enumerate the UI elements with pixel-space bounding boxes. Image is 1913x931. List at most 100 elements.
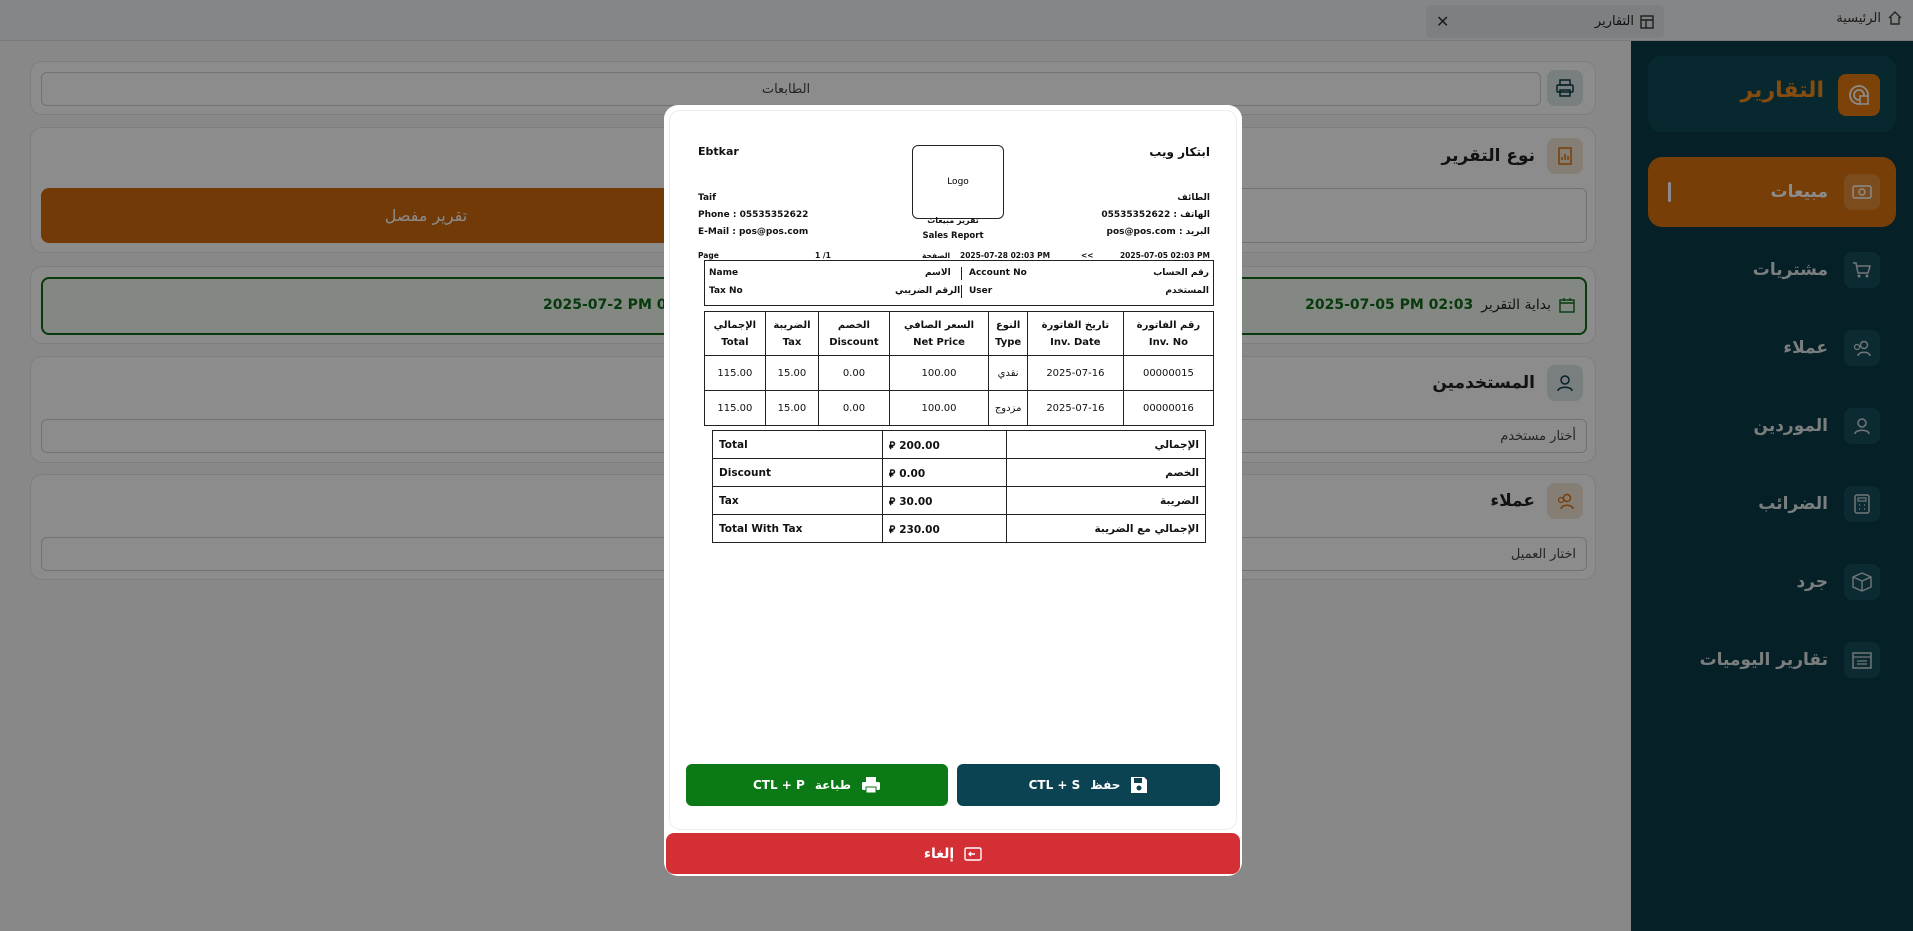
cancel-icon [964,846,982,861]
taxno-label-en: Tax No [709,286,743,296]
user-label-ar: المستخدم [1165,286,1209,296]
riyal-icon: ⃁ [889,495,896,508]
city-en: Taif [698,193,717,203]
cancel-button[interactable]: إلغاء [666,833,1240,874]
column-header: السعر الصافي Net Price [888,311,990,356]
tax-label-en: Tax [712,486,883,515]
col-en: Discount [829,336,879,348]
divider [961,267,962,280]
col-en: Inv. Date [1050,336,1101,348]
account-label-en: Account No [969,268,1027,278]
discount-value-cell: ⃁ 0.00 [882,458,1007,487]
name-label-en: Name [709,268,739,278]
column-header: النوع Type [988,311,1028,356]
column-header: تاريخ الفاتورة Inv. Date [1026,311,1124,356]
column-header: الضريبة Tax [764,311,820,356]
col-ar: الضريبة [773,319,811,331]
col-ar: الخصم [837,319,870,331]
total-with-tax-label-ar: الإجمالي مع الضريبة [1006,514,1206,543]
cell-type: مزدوج [988,390,1028,426]
cell-net-price: 100.00 [888,355,990,391]
divider [961,285,962,298]
page-label-ar: الصفحة [922,251,951,260]
tax-label-ar: الضريبة [1006,486,1206,515]
user-label-en: User [969,286,993,296]
totals-row: Tax ⃁ 30.00 الضريبة [712,486,1206,515]
column-header: الإجمالي Total [704,311,766,356]
cancel-label: إلغاء [923,845,955,862]
print-shortcut: CTL + P [752,778,805,792]
col-en: Total [721,336,749,348]
total-value: 200.00 [899,439,940,452]
date-from: 2025-07-05 02:03 PM [1119,251,1210,260]
total-value-cell: ⃁ 200.00 [882,430,1007,459]
tax-value-cell: ⃁ 30.00 [882,486,1007,515]
account-label-ar: رقم الحساب [1153,268,1209,278]
total-with-tax-value-cell: ⃁ 230.00 [882,514,1007,543]
cell-date: 2025-07-16 [1026,390,1124,426]
cell-tax: 15.00 [764,355,820,391]
totals-table: Total ⃁ 200.00 الإجمالي Discount ⃁ 0.00 ال… [712,430,1206,543]
invoice-items-table: الإجمالي Total الضريبة Tax الخصم Discount ا… [704,311,1215,426]
col-en: Type [995,336,1022,348]
table-row: 115.00 15.00 0.00 100.00 مزدوج 2025-07-1… [704,390,1215,426]
tax-value: 30.00 [899,495,933,508]
column-header: رقم الفاتورة Inv. No [1122,311,1215,356]
printer-icon [862,777,881,794]
riyal-icon: ⃁ [889,439,896,452]
report-title-en: Sales Report [922,231,984,241]
cell-date: 2025-07-16 [1026,355,1124,391]
logo-label: Logo [947,177,969,187]
col-ar: السعر الصافي [903,319,975,331]
taxno-label-ar: الرقم الضريبي [895,286,961,296]
riyal-icon: ⃁ [889,467,896,480]
cell-inv-no: 00000016 [1122,390,1215,426]
table-row: 115.00 15.00 0.00 100.00 نقدي 2025-07-16… [704,355,1215,391]
logo-placeholder: Logo [912,145,1004,219]
invoice-paper: Ebtkar ابتكار ويب Logo Taif Phone : 0553… [670,111,1236,829]
totals-row: Total ⃁ 200.00 الإجمالي [712,430,1206,459]
page-number: 1 /1 [815,251,831,260]
cell-total: 115.00 [704,390,766,426]
save-button[interactable]: حفظ CTL + S [957,764,1220,806]
cell-inv-no: 00000015 [1122,355,1215,391]
name-label-ar: الاسم [925,268,951,278]
col-en: Net Price [913,336,965,348]
print-label: طباعة [814,778,852,792]
col-en: Inv. No [1148,336,1188,348]
cell-total: 115.00 [704,355,766,391]
save-label: حفظ [1090,778,1121,792]
cell-discount: 0.00 [818,390,890,426]
print-button[interactable]: طباعة CTL + P [686,764,948,806]
col-ar: الإجمالي [713,319,757,331]
cell-tax: 15.00 [764,390,820,426]
discount-label-ar: الخصم [1006,458,1206,487]
col-en: Tax [782,336,802,348]
date-to: 2025-07-28 02:03 PM [960,251,1051,260]
invoice-info-box: Name الاسم Account No رقم الحساب Tax No … [704,260,1214,306]
company-name-en: Ebtkar [698,145,739,158]
total-with-tax-value: 230.00 [899,523,940,536]
col-ar: تاريخ الفاتورة [1041,319,1110,331]
city-ar: الطائف [1177,193,1210,203]
report-title-ar: تقرير مبيعات [927,216,979,225]
save-icon [1131,777,1148,793]
cell-net-price: 100.00 [888,390,990,426]
date-arrows: << [1081,251,1094,260]
col-ar: رقم الفاتورة [1136,319,1201,331]
cell-type: نقدي [988,355,1028,391]
print-preview-modal: Ebtkar ابتكار ويب Logo Taif Phone : 0553… [664,105,1242,876]
save-shortcut: CTL + S [1028,778,1081,792]
column-header: الخصم Discount [818,311,890,356]
total-label-en: Total [712,430,883,459]
totals-row: Discount ⃁ 0.00 الخصم [712,458,1206,487]
totals-row: Total With Tax ⃁ 230.00 الإجمالي مع الضري… [712,514,1206,543]
page-label-en: Page [698,251,719,260]
discount-value: 0.00 [899,467,926,480]
total-with-tax-label-en: Total With Tax [712,514,883,543]
discount-label-en: Discount [712,458,883,487]
col-ar: النوع [995,319,1021,331]
total-label-ar: الإجمالي [1006,430,1206,459]
riyal-icon: ⃁ [889,523,896,536]
table-header-row: الإجمالي Total الضريبة Tax الخصم Discount ا… [704,311,1215,356]
